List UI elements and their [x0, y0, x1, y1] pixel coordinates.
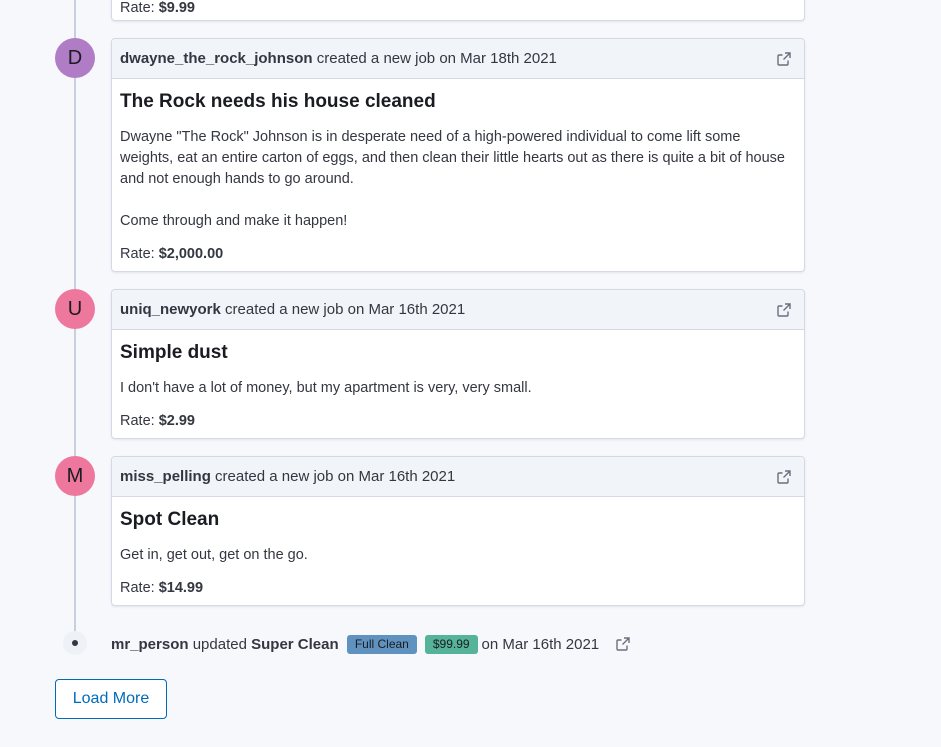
job-title: The Rock needs his house cleaned — [120, 91, 436, 112]
avatar: D — [55, 38, 95, 78]
job-type-badge: Full Clean — [346, 634, 417, 654]
price-badge: $99.99 — [424, 634, 478, 654]
load-more-button[interactable]: Load More — [55, 679, 167, 719]
rate: Rate: $9.99 — [120, 0, 796, 16]
external-link-icon[interactable] — [776, 302, 792, 318]
rate-value: $2,000.00 — [158, 246, 224, 262]
job-card-partial: Rate: $9.99 — [111, 0, 805, 21]
rate: Rate: $14.99 — [120, 580, 796, 596]
dot-icon — [72, 640, 78, 646]
rate: Rate: $2.99 — [120, 413, 796, 429]
job-card: uniq_newyork created a new job on Mar 16… — [111, 289, 805, 439]
external-link-icon[interactable] — [776, 469, 792, 485]
avatar: M — [55, 456, 95, 496]
username[interactable]: miss_pelling — [120, 468, 211, 485]
update-verb: updated — [192, 635, 247, 653]
rate-value: $2.99 — [158, 413, 195, 429]
username[interactable]: mr_person — [111, 636, 189, 653]
rate-label: Rate: — [120, 413, 155, 429]
rate-label: Rate: — [120, 0, 155, 16]
rate-value: $9.99 — [158, 0, 195, 16]
job-card-header: dwayne_the_rock_johnson created a new jo… — [112, 39, 804, 79]
update-event: mr_person updated Super Clean Full Clean… — [111, 634, 631, 654]
avatar: U — [55, 289, 95, 329]
rate: Rate: $2,000.00 — [120, 246, 796, 262]
avatar-letter: M — [66, 464, 84, 487]
job-description: Get in, get out, get on the go. — [120, 547, 308, 563]
rate-label: Rate: — [120, 580, 155, 596]
action-text: created a new job on Mar 16th 2021 — [215, 468, 456, 485]
job-title: Simple dust — [120, 342, 228, 363]
external-link-icon[interactable] — [615, 636, 631, 652]
job-description: Dwayne "The Rock" Johnson is in desperat… — [120, 129, 785, 229]
rate-value: $14.99 — [158, 580, 204, 596]
job-description: I don't have a lot of money, but my apar… — [120, 380, 532, 396]
job-card: miss_pelling created a new job on Mar 16… — [111, 456, 805, 606]
avatar-letter: U — [67, 297, 83, 320]
updated-job-name[interactable]: Super Clean — [251, 636, 339, 653]
username[interactable]: dwayne_the_rock_johnson — [120, 50, 313, 67]
avatar-letter: D — [67, 46, 83, 69]
action-text: created a new job on Mar 18th 2021 — [316, 50, 557, 67]
username[interactable]: uniq_newyork — [120, 301, 221, 318]
rate-label: Rate: — [120, 246, 155, 262]
timeline-dot — [63, 631, 87, 655]
external-link-icon[interactable] — [776, 51, 792, 67]
job-card: dwayne_the_rock_johnson created a new jo… — [111, 38, 805, 272]
job-card-header: uniq_newyork created a new job on Mar 16… — [112, 290, 804, 330]
job-title: Spot Clean — [120, 509, 220, 530]
job-card-header: miss_pelling created a new job on Mar 16… — [112, 457, 804, 497]
action-text: created a new job on Mar 16th 2021 — [225, 301, 466, 318]
update-date: on Mar 16th 2021 — [481, 635, 600, 653]
